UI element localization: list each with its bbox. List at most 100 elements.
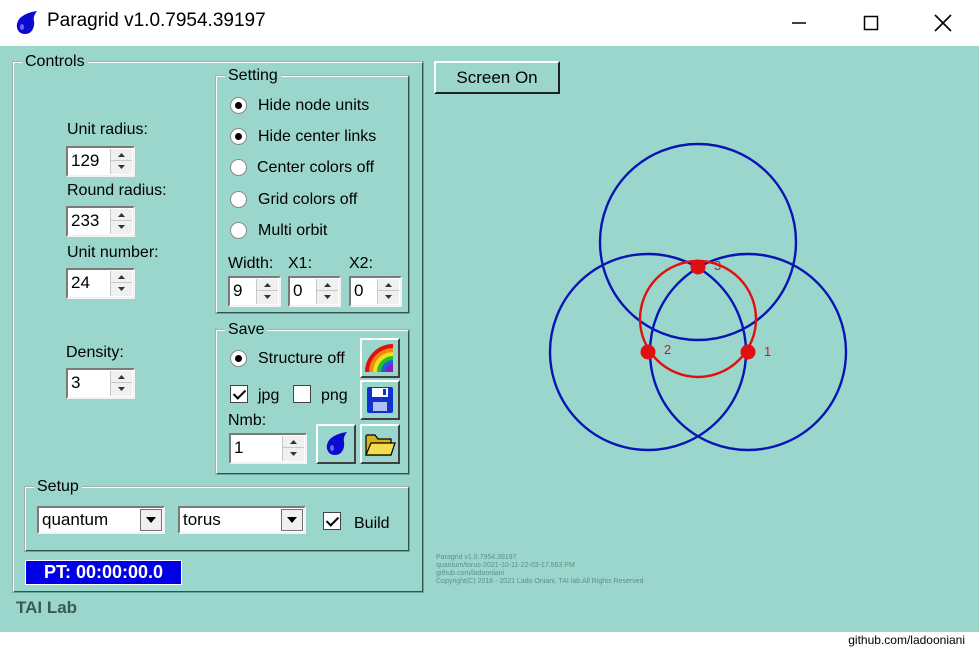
folder-icon	[365, 434, 396, 456]
close-button[interactable]	[907, 0, 979, 46]
blue-circle-top	[598, 142, 798, 342]
unit-radius-value: 129	[71, 151, 100, 170]
density-spinner[interactable]: 3	[66, 368, 135, 399]
info-text-block: Paragrid v1.0.7954.39197 quantum/torus-2…	[436, 554, 644, 586]
x2-spinner[interactable]: 0	[349, 276, 402, 307]
width-spinner[interactable]: 9	[228, 276, 281, 307]
spin-down-icon[interactable]	[111, 221, 132, 233]
spin-buttons	[256, 279, 278, 304]
color-spectrum-button[interactable]	[360, 338, 400, 378]
node-label-2: 2	[664, 342, 671, 357]
save-legend: Save	[228, 321, 265, 338]
hide-node-units-radio[interactable]	[230, 97, 247, 114]
unit-number-label: Unit number:	[67, 244, 159, 261]
close-icon	[934, 14, 952, 32]
minimize-icon	[792, 22, 806, 24]
chevron-down-icon[interactable]	[281, 509, 303, 531]
mode-value: quantum	[42, 510, 109, 529]
floppy-disk-icon	[367, 387, 393, 413]
width-label: Width:	[228, 255, 274, 272]
spin-down-icon[interactable]	[378, 291, 399, 303]
spin-down-icon[interactable]	[111, 283, 132, 295]
center-colors-off-radio[interactable]	[230, 159, 247, 176]
node-1	[740, 344, 756, 360]
node-label-3: 3	[714, 258, 721, 273]
diagram-canvas: 1 2 3	[548, 142, 848, 452]
app-drop-button[interactable]	[316, 424, 356, 464]
build-checkbox[interactable]	[323, 512, 341, 530]
maximize-button[interactable]	[835, 0, 907, 46]
spin-buttons	[110, 209, 132, 234]
footer-bar: github.com/ladooniani	[0, 632, 979, 649]
footer-credit: github.com/ladooniani	[848, 633, 965, 647]
x1-label: X1:	[288, 255, 313, 272]
info-line: Paragrid v1.0.7954.39197	[436, 554, 517, 561]
structure-off-radio[interactable]	[230, 350, 247, 367]
round-radius-label: Round radius:	[67, 182, 167, 199]
setting-legend: Setting	[228, 67, 278, 84]
shape-select[interactable]: torus	[178, 506, 306, 534]
spin-buttons	[110, 271, 132, 296]
client-area: Controls Unit radius: 129 Round radius: …	[0, 46, 979, 632]
setup-legend: Setup	[37, 478, 79, 495]
lab-label: TAI Lab	[16, 598, 78, 617]
unit-number-spinner[interactable]: 24	[66, 268, 135, 299]
minimize-button[interactable]	[763, 0, 835, 46]
multi-orbit-radio[interactable]	[230, 222, 247, 239]
drop-icon	[326, 432, 347, 455]
center-colors-off-label: Center colors off	[257, 159, 375, 176]
round-radius-value: 233	[71, 211, 100, 230]
spin-up-icon[interactable]	[111, 209, 132, 221]
process-timer: PT: 00:00:00.0	[25, 560, 182, 585]
png-label: png	[321, 387, 348, 404]
spin-down-icon[interactable]	[111, 161, 132, 173]
unit-number-value: 24	[71, 273, 90, 292]
x1-value: 0	[293, 281, 303, 300]
round-radius-spinner[interactable]: 233	[66, 206, 135, 237]
spin-up-icon[interactable]	[378, 279, 399, 291]
width-value: 9	[233, 281, 243, 300]
save-button[interactable]	[360, 380, 400, 420]
info-line: github.com/ladooniani	[436, 570, 505, 577]
spin-up-icon[interactable]	[283, 436, 304, 448]
spin-down-icon[interactable]	[111, 383, 132, 395]
red-orbit-circle	[638, 259, 758, 379]
spin-buttons	[110, 149, 132, 174]
nmb-spinner[interactable]: 1	[229, 433, 307, 464]
spin-buttons	[377, 279, 399, 304]
chevron-down-icon[interactable]	[140, 509, 162, 531]
spin-buttons	[110, 371, 132, 396]
spin-up-icon[interactable]	[317, 279, 338, 291]
unit-radius-label: Unit radius:	[67, 121, 148, 138]
hide-center-links-radio[interactable]	[230, 128, 247, 145]
hide-center-links-label: Hide center links	[258, 128, 377, 145]
grid-colors-off-label: Grid colors off	[258, 191, 358, 208]
spin-down-icon[interactable]	[283, 448, 304, 460]
grid-colors-off-radio[interactable]	[230, 191, 247, 208]
x2-label: X2:	[349, 255, 374, 272]
app-drop-icon	[16, 11, 37, 34]
jpg-label: jpg	[258, 387, 280, 404]
maximize-icon	[863, 15, 879, 31]
node-2	[640, 344, 656, 360]
spin-up-icon[interactable]	[111, 271, 132, 283]
x1-spinner[interactable]: 0	[288, 276, 341, 307]
mode-select[interactable]: quantum	[37, 506, 165, 534]
window-title: Paragrid v1.0.7954.39197	[47, 10, 266, 31]
png-checkbox[interactable]	[293, 385, 311, 403]
multi-orbit-label: Multi orbit	[258, 222, 328, 239]
spin-down-icon[interactable]	[317, 291, 338, 303]
x2-value: 0	[354, 281, 364, 300]
controls-legend: Controls	[25, 53, 85, 70]
spin-down-icon[interactable]	[257, 291, 278, 303]
spin-buttons	[282, 436, 304, 461]
jpg-checkbox[interactable]	[230, 385, 248, 403]
info-line: Copyright(C) 2016 - 2021 Lado Oniani, TA…	[436, 578, 644, 585]
spin-up-icon[interactable]	[111, 149, 132, 161]
spin-up-icon[interactable]	[111, 371, 132, 383]
density-value: 3	[71, 373, 81, 392]
nmb-value: 1	[234, 438, 244, 457]
spin-up-icon[interactable]	[257, 279, 278, 291]
open-folder-button[interactable]	[360, 424, 400, 464]
unit-radius-spinner[interactable]: 129	[66, 146, 135, 177]
